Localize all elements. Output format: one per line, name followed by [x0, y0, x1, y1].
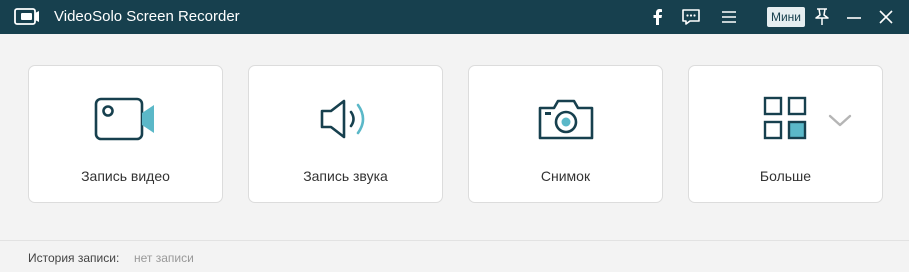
audio-record-card[interactable]: Запись звука — [248, 65, 443, 203]
audio-record-label: Запись звука — [303, 168, 388, 184]
history-label: История записи: — [28, 251, 120, 265]
title-bar: VideoSolo Screen Recorder Мини — [0, 0, 909, 34]
hamburger-icon — [720, 9, 738, 25]
camera-icon — [469, 92, 662, 146]
video-record-label: Запись видео — [81, 168, 170, 184]
facebook-icon — [650, 8, 664, 26]
video-camera-icon — [29, 92, 222, 146]
snapshot-label: Снимок — [540, 168, 591, 184]
pin-button[interactable] — [808, 3, 836, 31]
close-icon — [878, 9, 894, 25]
close-button[interactable] — [872, 3, 900, 31]
app-title: VideoSolo Screen Recorder — [54, 8, 240, 25]
status-bar: История записи: нет записи — [0, 240, 909, 272]
chat-icon — [681, 8, 701, 26]
history-value[interactable]: нет записи — [134, 251, 194, 265]
feedback-button[interactable] — [677, 3, 705, 31]
chevron-down-icon[interactable] — [827, 110, 853, 130]
grid-icon — [689, 92, 882, 146]
main-panel: Запись видео Запись звука Снимок Больше — [0, 34, 909, 240]
speaker-icon — [249, 92, 442, 146]
minimize-icon — [846, 9, 862, 25]
minimize-button[interactable] — [840, 3, 868, 31]
more-card[interactable]: Больше — [688, 65, 883, 203]
menu-button[interactable] — [715, 3, 743, 31]
facebook-button[interactable] — [643, 3, 671, 31]
app-logo-icon — [14, 7, 40, 27]
video-record-card[interactable]: Запись видео — [28, 65, 223, 203]
snapshot-card[interactable]: Снимок — [468, 65, 663, 203]
pin-icon — [813, 7, 831, 27]
more-label: Больше — [759, 168, 812, 184]
mini-mode-button[interactable]: Мини — [767, 7, 805, 27]
